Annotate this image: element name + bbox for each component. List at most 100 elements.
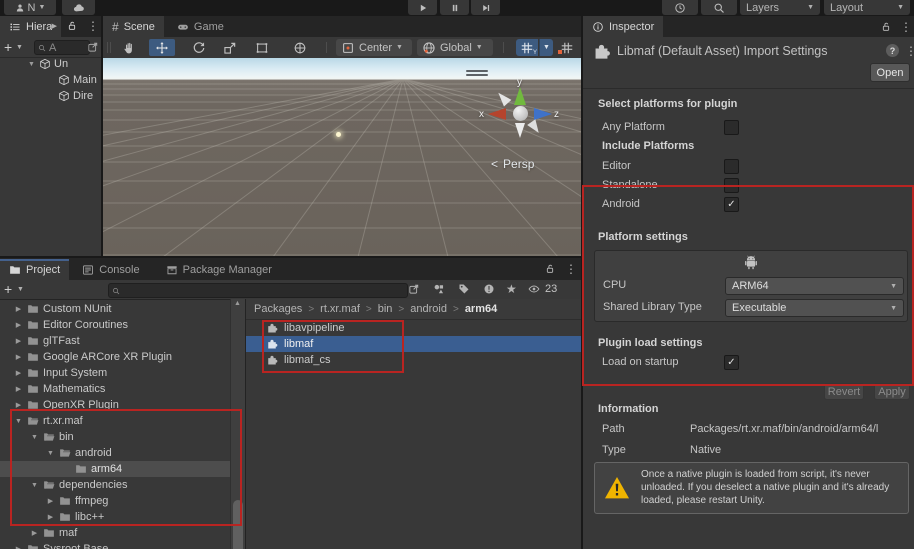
scrollbar-thumb[interactable] <box>233 500 243 549</box>
tree-item[interactable]: ▼bin <box>0 429 230 445</box>
panel-menu-icon[interactable]: ⋮ <box>565 262 577 276</box>
expand-arrow-icon[interactable]: ▼ <box>30 482 39 489</box>
tree-item[interactable]: ▼rt.xr.maf <box>0 413 230 429</box>
load-on-startup-checkbox[interactable]: ✓ <box>724 355 739 370</box>
hierarchy-item-directional-light[interactable]: Dire <box>0 88 103 104</box>
rotate-tool-button[interactable] <box>186 39 212 56</box>
importance-filter-icon[interactable] <box>483 283 495 295</box>
lock-icon[interactable] <box>66 20 78 32</box>
expand-arrow-icon[interactable]: ▶ <box>14 385 23 393</box>
chevron-down-icon[interactable]: ▼ <box>16 44 23 51</box>
breadcrumb-item[interactable]: rt.xr.maf <box>320 303 360 315</box>
transform-tool-button[interactable] <box>287 39 313 56</box>
toolbar-grip[interactable] <box>107 42 108 53</box>
layout-dropdown[interactable]: Layout ▼ <box>824 0 910 15</box>
tree-item[interactable]: ▶Input System <box>0 365 230 381</box>
tree-item[interactable]: ▶libc++ <box>0 509 230 525</box>
tree-item[interactable]: ▶Google ARCore XR Plugin <box>0 349 230 365</box>
undo-history-button[interactable] <box>662 0 698 15</box>
project-search-input[interactable] <box>108 283 408 298</box>
projection-label[interactable]: < Persp <box>491 157 534 171</box>
tree-item[interactable]: ▶Editor Coroutines <box>0 317 230 333</box>
axis-neg-cone[interactable] <box>527 119 543 135</box>
grid-snap-toggle[interactable]: Y <box>516 39 538 56</box>
hierarchy-scene-row[interactable]: ▼ Un ⋮ <box>0 56 103 72</box>
expand-arrow-icon[interactable]: ▶ <box>14 305 23 313</box>
expand-arrow-icon[interactable]: ▼ <box>14 418 23 425</box>
tree-item[interactable]: ▶glTFast <box>0 333 230 349</box>
expand-arrow-icon[interactable]: ▶ <box>46 513 55 521</box>
expand-arrow-icon[interactable]: ▶ <box>30 529 39 537</box>
pause-button[interactable] <box>440 0 469 15</box>
tree-item[interactable]: ▶ffmpeg <box>0 493 230 509</box>
step-button[interactable] <box>471 0 500 15</box>
expand-arrow-icon[interactable]: ▼ <box>30 434 39 441</box>
move-tool-button[interactable] <box>149 39 175 56</box>
panel-menu-icon[interactable]: ⋮ <box>900 20 912 34</box>
grid-snap-dropdown[interactable]: ▼ <box>539 39 553 56</box>
scale-tool-button[interactable] <box>217 39 243 56</box>
expand-arrow-icon[interactable]: ▶ <box>14 369 23 377</box>
expand-arrow-icon[interactable]: ▶ <box>14 321 23 329</box>
breadcrumb-item-current[interactable]: arm64 <box>465 303 497 315</box>
asset-row[interactable]: libmaf_cs <box>246 352 581 368</box>
editor-checkbox[interactable] <box>724 159 739 174</box>
scroll-up-icon[interactable]: ▲ <box>234 300 241 307</box>
breadcrumb-item[interactable]: bin <box>378 303 393 315</box>
space-mode-dropdown[interactable]: Global ▼ <box>417 39 493 56</box>
axis-x-cone[interactable] <box>488 108 506 120</box>
revert-button[interactable]: Revert <box>824 383 864 400</box>
tab-console[interactable]: Console <box>73 259 148 280</box>
tab-project[interactable]: Project <box>0 259 69 280</box>
hierarchy-item-main-camera[interactable]: Main <box>0 72 103 88</box>
header-menu-icon[interactable]: ⋮ <box>905 44 914 58</box>
expand-arrow-icon[interactable]: ▶ <box>14 337 23 345</box>
panel-menu-icon[interactable]: ⋮ <box>87 19 99 33</box>
tree-item[interactable]: ▼android <box>0 445 230 461</box>
breadcrumb-item[interactable]: android <box>410 303 447 315</box>
expand-arrow-icon[interactable]: ▼ <box>27 61 36 68</box>
tree-scrollbar[interactable]: ▲ <box>230 299 246 549</box>
chevron-down-icon[interactable]: ▼ <box>17 286 24 293</box>
android-tab-icon[interactable] <box>744 255 759 270</box>
tree-item[interactable]: ▶Custom NUnit <box>0 301 230 317</box>
cpu-dropdown[interactable]: ARM64 ▼ <box>725 277 904 295</box>
asset-row[interactable]: libavpipeline <box>246 320 581 336</box>
create-button[interactable]: + <box>4 281 12 297</box>
search-by-type-icon[interactable] <box>433 283 445 295</box>
asset-row-selected[interactable]: libmaf <box>246 336 581 352</box>
apply-button[interactable]: Apply <box>874 383 910 400</box>
cloud-button[interactable] <box>62 0 95 15</box>
light-gizmo[interactable] <box>336 132 341 137</box>
any-platform-checkbox[interactable] <box>724 120 739 135</box>
open-search-window-icon[interactable] <box>87 41 99 53</box>
hand-tool-button[interactable] <box>116 39 142 56</box>
expand-arrow-icon[interactable]: ▶ <box>14 401 23 409</box>
account-button[interactable]: N ▼ <box>4 0 56 15</box>
hierarchy-search-input[interactable]: A <box>34 40 90 55</box>
standalone-checkbox[interactable] <box>724 178 739 193</box>
lock-icon[interactable] <box>544 263 556 275</box>
axis-z-cone[interactable] <box>534 108 552 120</box>
tree-item-selected[interactable]: arm64 <box>0 461 230 477</box>
android-checkbox[interactable]: ✓ <box>724 197 739 212</box>
gizmo-center[interactable] <box>513 106 528 121</box>
expand-arrow-icon[interactable]: ▶ <box>14 353 23 361</box>
scene-viewport[interactable]: y x z < Persp <box>103 58 581 257</box>
tree-item[interactable]: ▶Sysroot Base <box>0 541 230 549</box>
search-everywhere-button[interactable] <box>701 0 737 15</box>
help-icon[interactable]: ? <box>886 44 899 57</box>
rect-tool-button[interactable] <box>249 39 275 56</box>
shared-library-type-dropdown[interactable]: Executable ▼ <box>725 299 904 317</box>
tab-inspector[interactable]: Inspector <box>583 16 663 37</box>
expand-arrow-icon[interactable]: ▶ <box>46 497 55 505</box>
tree-item[interactable]: ▶Mathematics <box>0 381 230 397</box>
tree-item[interactable]: ▶OpenXR Plugin <box>0 397 230 413</box>
tab-scene[interactable]: # Scene <box>103 16 164 37</box>
hidden-count-eye-icon[interactable] <box>528 283 540 295</box>
play-button[interactable] <box>408 0 437 15</box>
favorites-icon[interactable]: ★ <box>506 282 517 296</box>
search-by-label-icon[interactable] <box>458 283 470 295</box>
expand-arrow-icon[interactable]: ▶ <box>14 545 23 549</box>
breadcrumb-item[interactable]: Packages <box>254 303 302 315</box>
